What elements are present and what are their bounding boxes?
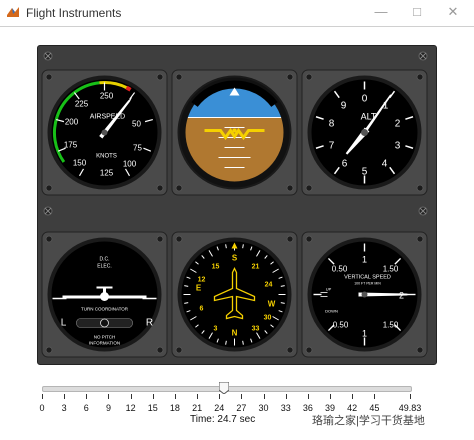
- slider-tick-mark: [374, 394, 376, 399]
- heading-number: 21: [252, 264, 260, 271]
- heading-indicator: S N E W 21 15 24 12 6 30 3 33: [177, 237, 292, 352]
- airspeed-scale-label: 250: [100, 92, 114, 101]
- heading-number: 15: [212, 264, 220, 271]
- turn-coordinator: D.C. ELEC. TURN COORDINATOR L R NO PITCH…: [47, 237, 162, 352]
- slider-tick-label: 12: [125, 403, 136, 413]
- slider-tick-mark: [64, 394, 66, 399]
- slider-tick-mark: [241, 394, 243, 399]
- airspeed-scale-label: 200: [65, 118, 79, 127]
- slider-tick-mark: [197, 394, 199, 399]
- airspeed-scale-label: 125: [100, 169, 114, 178]
- heading-number: 30: [264, 315, 272, 322]
- airspeed-scale-label: 175: [64, 141, 78, 150]
- turn-label-bottom-1: NO PITCH: [94, 335, 116, 340]
- time-slider-thumb[interactable]: [219, 382, 230, 394]
- altimeter-scale-label: 3: [395, 141, 401, 152]
- altimeter-scale-label: 4: [382, 159, 388, 170]
- heading-number: 6: [200, 306, 204, 313]
- turn-label-right: R: [146, 318, 153, 329]
- altimeter-scale-label: 6: [342, 159, 348, 170]
- heading-cardinal-e: E: [196, 284, 202, 293]
- slider-tick-mark: [174, 394, 176, 399]
- slider-tick-label: 30: [258, 403, 269, 413]
- heading-number: 33: [252, 326, 260, 333]
- turn-label-center: TURN COORDINATOR: [81, 307, 129, 312]
- airspeed-scale-label: 150: [73, 159, 87, 168]
- heading-number: 12: [198, 277, 206, 284]
- slider-tick-mark: [410, 394, 411, 399]
- slider-tick-mark: [152, 394, 154, 399]
- heading-cardinal-n: N: [232, 329, 238, 338]
- slider-tick-label: 3: [61, 403, 67, 413]
- heading-cardinal-w: W: [268, 300, 276, 309]
- heading-number: 24: [265, 282, 273, 289]
- slider-tick-label: 24: [214, 403, 225, 413]
- slider-tick-mark: [42, 394, 43, 399]
- slider-tick-label: 27: [236, 403, 247, 413]
- turn-label-dc: D.C.: [100, 257, 110, 263]
- heading-cardinal-s: S: [232, 254, 238, 263]
- airspeed-scale-label: 225: [75, 100, 89, 109]
- slider-tick-label: 33: [280, 403, 291, 413]
- vertical-speed-indicator: 0.50 1 1.50 0.50 1 1.50 2 VERTICAL SPEED…: [307, 237, 422, 352]
- airspeed-scale-label: 50: [132, 120, 141, 129]
- vsi-scale-label: 1.50: [383, 321, 399, 330]
- altimeter-scale-label: 2: [395, 119, 401, 130]
- slider-tick-label: 9: [105, 403, 111, 413]
- time-readout: Time: 24.7 sec: [190, 414, 256, 425]
- vsi-scale-label: 1: [362, 255, 367, 265]
- altimeter: 0 1 2 3 4 5 6 7 8 9 ALT: [307, 75, 422, 190]
- instrument-layer: 250 225 200 175 150 125 100 75 50 AIRSPE…: [41, 51, 428, 358]
- vsi-scale-label: 0.50: [333, 321, 349, 330]
- slider-tick-mark: [307, 394, 309, 399]
- turn-label-bottom-2: INFORMATION: [89, 341, 120, 346]
- vsi-label-down: DOWN: [325, 309, 338, 314]
- vsi-subtitle: 100 FT PER MIN: [354, 282, 381, 286]
- slider-tick-mark: [130, 394, 132, 399]
- airspeed-scale-label: 75: [133, 144, 142, 153]
- slider-tick-label: 18: [169, 403, 180, 413]
- vsi-title: VERTICAL SPEED: [344, 275, 391, 281]
- slider-tick-mark: [330, 394, 332, 399]
- airspeed-units: KNOTS: [96, 154, 117, 160]
- slider-tick-label: 6: [83, 403, 89, 413]
- vsi-scale-label: 0.50: [332, 265, 348, 274]
- vsi-scale-label: 1.50: [383, 265, 399, 274]
- altimeter-scale-label: 8: [329, 119, 335, 130]
- slider-tick-mark: [219, 394, 221, 399]
- altimeter-scale-label: 0: [362, 94, 368, 105]
- time-slider[interactable]: [42, 382, 412, 394]
- vsi-scale-label: 1: [362, 329, 367, 339]
- heading-number: 3: [214, 326, 218, 333]
- slider-tick-mark: [86, 394, 88, 399]
- vsi-label-up: UP: [326, 287, 332, 292]
- watermark-text: 珞瑜之家|学习干货基地: [312, 412, 425, 428]
- slider-tick-label: 15: [147, 403, 158, 413]
- airspeed-indicator: 250 225 200 175 150 125 100 75 50 AIRSPE…: [47, 75, 162, 190]
- slider-tick-mark: [263, 394, 265, 399]
- turn-label-left: L: [61, 318, 67, 329]
- slider-tick-mark: [108, 394, 110, 399]
- slider-tick-label: 21: [192, 403, 203, 413]
- slider-tick-mark: [285, 394, 287, 399]
- altimeter-scale-label: 5: [362, 167, 368, 178]
- turn-label-elec: ELEC.: [97, 264, 111, 270]
- altimeter-scale-label: 9: [341, 101, 347, 112]
- slider-tick-label: 0: [39, 403, 45, 413]
- altimeter-scale-label: 7: [329, 141, 335, 152]
- slider-tick-mark: [352, 394, 354, 399]
- airspeed-scale-label: 100: [123, 160, 137, 169]
